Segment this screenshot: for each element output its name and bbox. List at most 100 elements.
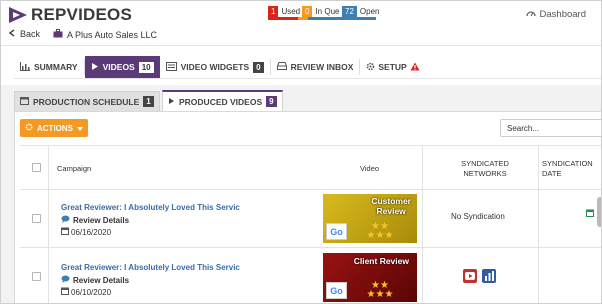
tab-produced-videos[interactable]: PRODUCED VIDEOS 9 [162,90,283,111]
comment-icon [61,215,70,225]
tab-videos[interactable]: VIDEOS 10 [84,56,160,78]
dashboard-icon [525,8,536,20]
review-details-label: Review Details [73,215,130,225]
usage-bar [268,17,376,20]
stat-used-count: 1 [268,6,279,17]
video-thumbnail[interactable]: Customer Review Go ★★ ★★★ [323,194,417,243]
stat-used-label: Used [281,7,301,16]
tab-review-inbox-label: REVIEW INBOX [290,62,354,72]
stat-open-count: 72 [342,6,357,17]
breadcrumb-bar: Back A Plus Auto Sales LLC [1,28,601,44]
header-date-line-2: DATE [542,169,562,178]
search-input[interactable] [500,119,601,137]
video-thumbnail[interactable]: Client Review Go ★★ ★★★ [323,253,417,302]
created-date: 06/16/2020 [61,227,111,237]
stat-in-que-count: 0 [302,6,313,17]
review-details-label: Review Details [73,275,130,285]
calendar-icon [61,287,69,297]
header-syndicated-networks: SYNDICATED NETWORKS [460,159,510,179]
star-rating-icon: ★★ ★★★ [366,280,394,300]
table-row: Great Reviewer: I Absolutely Loved This … [20,248,601,303]
bar-chart-icon [20,61,30,73]
google-logo-text: Go [330,226,343,237]
dashboard-link[interactable]: Dashboard [525,8,586,20]
review-details-link[interactable]: Review Details [61,215,129,225]
repvideos-logo-icon [8,6,28,24]
header-networks-line-1: SYNDICATED [461,159,509,168]
logo[interactable]: REPVIDEOS [8,5,132,24]
company-name: A Plus Auto Sales LLC [53,29,157,40]
actions-label: ACTIONS [37,123,73,133]
play-icon [168,97,175,107]
created-date-value: 06/10/2020 [71,287,112,297]
tab-setup[interactable]: SETUP [360,56,425,78]
stat-used: 1 Used [268,6,300,17]
stat-open-label: Open [359,7,380,16]
warning-icon [410,62,420,73]
stat-in-que: 0 In Que [302,6,339,17]
briefcase-icon [53,29,63,40]
row-checkbox[interactable] [32,214,41,223]
google-logo: Go [326,223,347,240]
chevron-left-icon [8,29,15,39]
produced-count-badge: 9 [266,96,277,107]
actions-button[interactable]: ACTIONS [20,119,88,137]
top-bar: REPVIDEOS 1 Used 0 In Que 72 Open Dashbo… [1,1,601,28]
gear-icon [366,62,375,73]
comment-icon [61,275,70,285]
widget-icon [165,61,177,73]
select-all-checkbox[interactable] [32,163,41,172]
created-date-value: 06/16/2020 [71,227,112,237]
tab-summary-label: SUMMARY [34,62,78,72]
stat-in-que-label: In Que [315,7,340,16]
gear-icon [25,123,33,133]
app-window: REPVIDEOS 1 Used 0 In Que 72 Open Dashbo… [0,0,602,304]
calendar-icon [61,227,69,237]
videos-count-badge: 10 [138,61,154,73]
tab-production-schedule-label: PRODUCTION SCHEDULE [33,96,140,107]
inbox-icon [276,62,287,72]
row-checkbox[interactable] [32,272,41,281]
table-header: Campaign Video SYNDICATED NETWORKS SYNDI… [20,145,601,191]
header-networks-line-2: NETWORKS [463,169,507,178]
header-video: Video [360,164,380,173]
tab-production-schedule[interactable]: PRODUCTION SCHEDULE 1 [14,91,160,111]
calendar-icon [586,204,594,222]
thumbnail-caption: Client Review [354,256,409,266]
star-rating-icon: ★★ ★★★ [366,221,394,241]
header-date-line-1: SYNDICATION [542,159,593,168]
header-campaign[interactable]: Campaign [57,164,91,173]
table-row: Great Reviewer: I Absolutely Loved This … [20,190,601,248]
google-logo: Go [326,282,347,299]
review-details-link[interactable]: Review Details [61,275,129,285]
main-nav: SUMMARY VIDEOS 10 VIDEO WIDGETS 0 REVIEW… [14,56,426,78]
calendar-icon [20,96,29,107]
google-logo-text: Go [330,285,343,296]
tab-video-widgets-label: VIDEO WIDGETS [180,62,250,72]
production-count-badge: 1 [143,96,154,107]
campaign-title-link[interactable]: Great Reviewer: I Absolutely Loved This … [61,263,261,272]
thumbnail-caption-line-1: Customer [371,196,411,206]
syndication-status: No Syndication [451,212,505,221]
youtube-icon[interactable] [463,269,477,283]
tab-setup-label: SETUP [378,62,407,72]
tab-review-inbox[interactable]: REVIEW INBOX [271,56,360,78]
thumbnail-caption-line-2: Review [376,206,406,216]
play-icon [91,62,99,73]
divider [1,45,601,46]
tab-summary[interactable]: SUMMARY [14,56,84,78]
caret-down-icon [77,124,83,133]
logo-text: REPVIDEOS [31,4,132,24]
back-button[interactable]: Back [8,29,40,39]
vertical-scrollbar[interactable] [597,197,601,227]
tab-video-widgets[interactable]: VIDEO WIDGETS 0 [160,56,270,78]
tab-videos-label: VIDEOS [102,62,135,72]
tab-produced-videos-label: PRODUCED VIDEOS [179,96,263,107]
widgets-count-badge: 0 [253,61,264,73]
created-date: 06/10/2020 [61,287,111,297]
thumbnail-caption-line-1: Client Review [353,256,409,266]
header-syndication-date: SYNDICATION DATE [542,159,593,179]
analytics-icon[interactable] [482,269,496,283]
campaign-title-link[interactable]: Great Reviewer: I Absolutely Loved This … [61,203,261,212]
thumbnail-caption: Customer Review [371,196,411,216]
